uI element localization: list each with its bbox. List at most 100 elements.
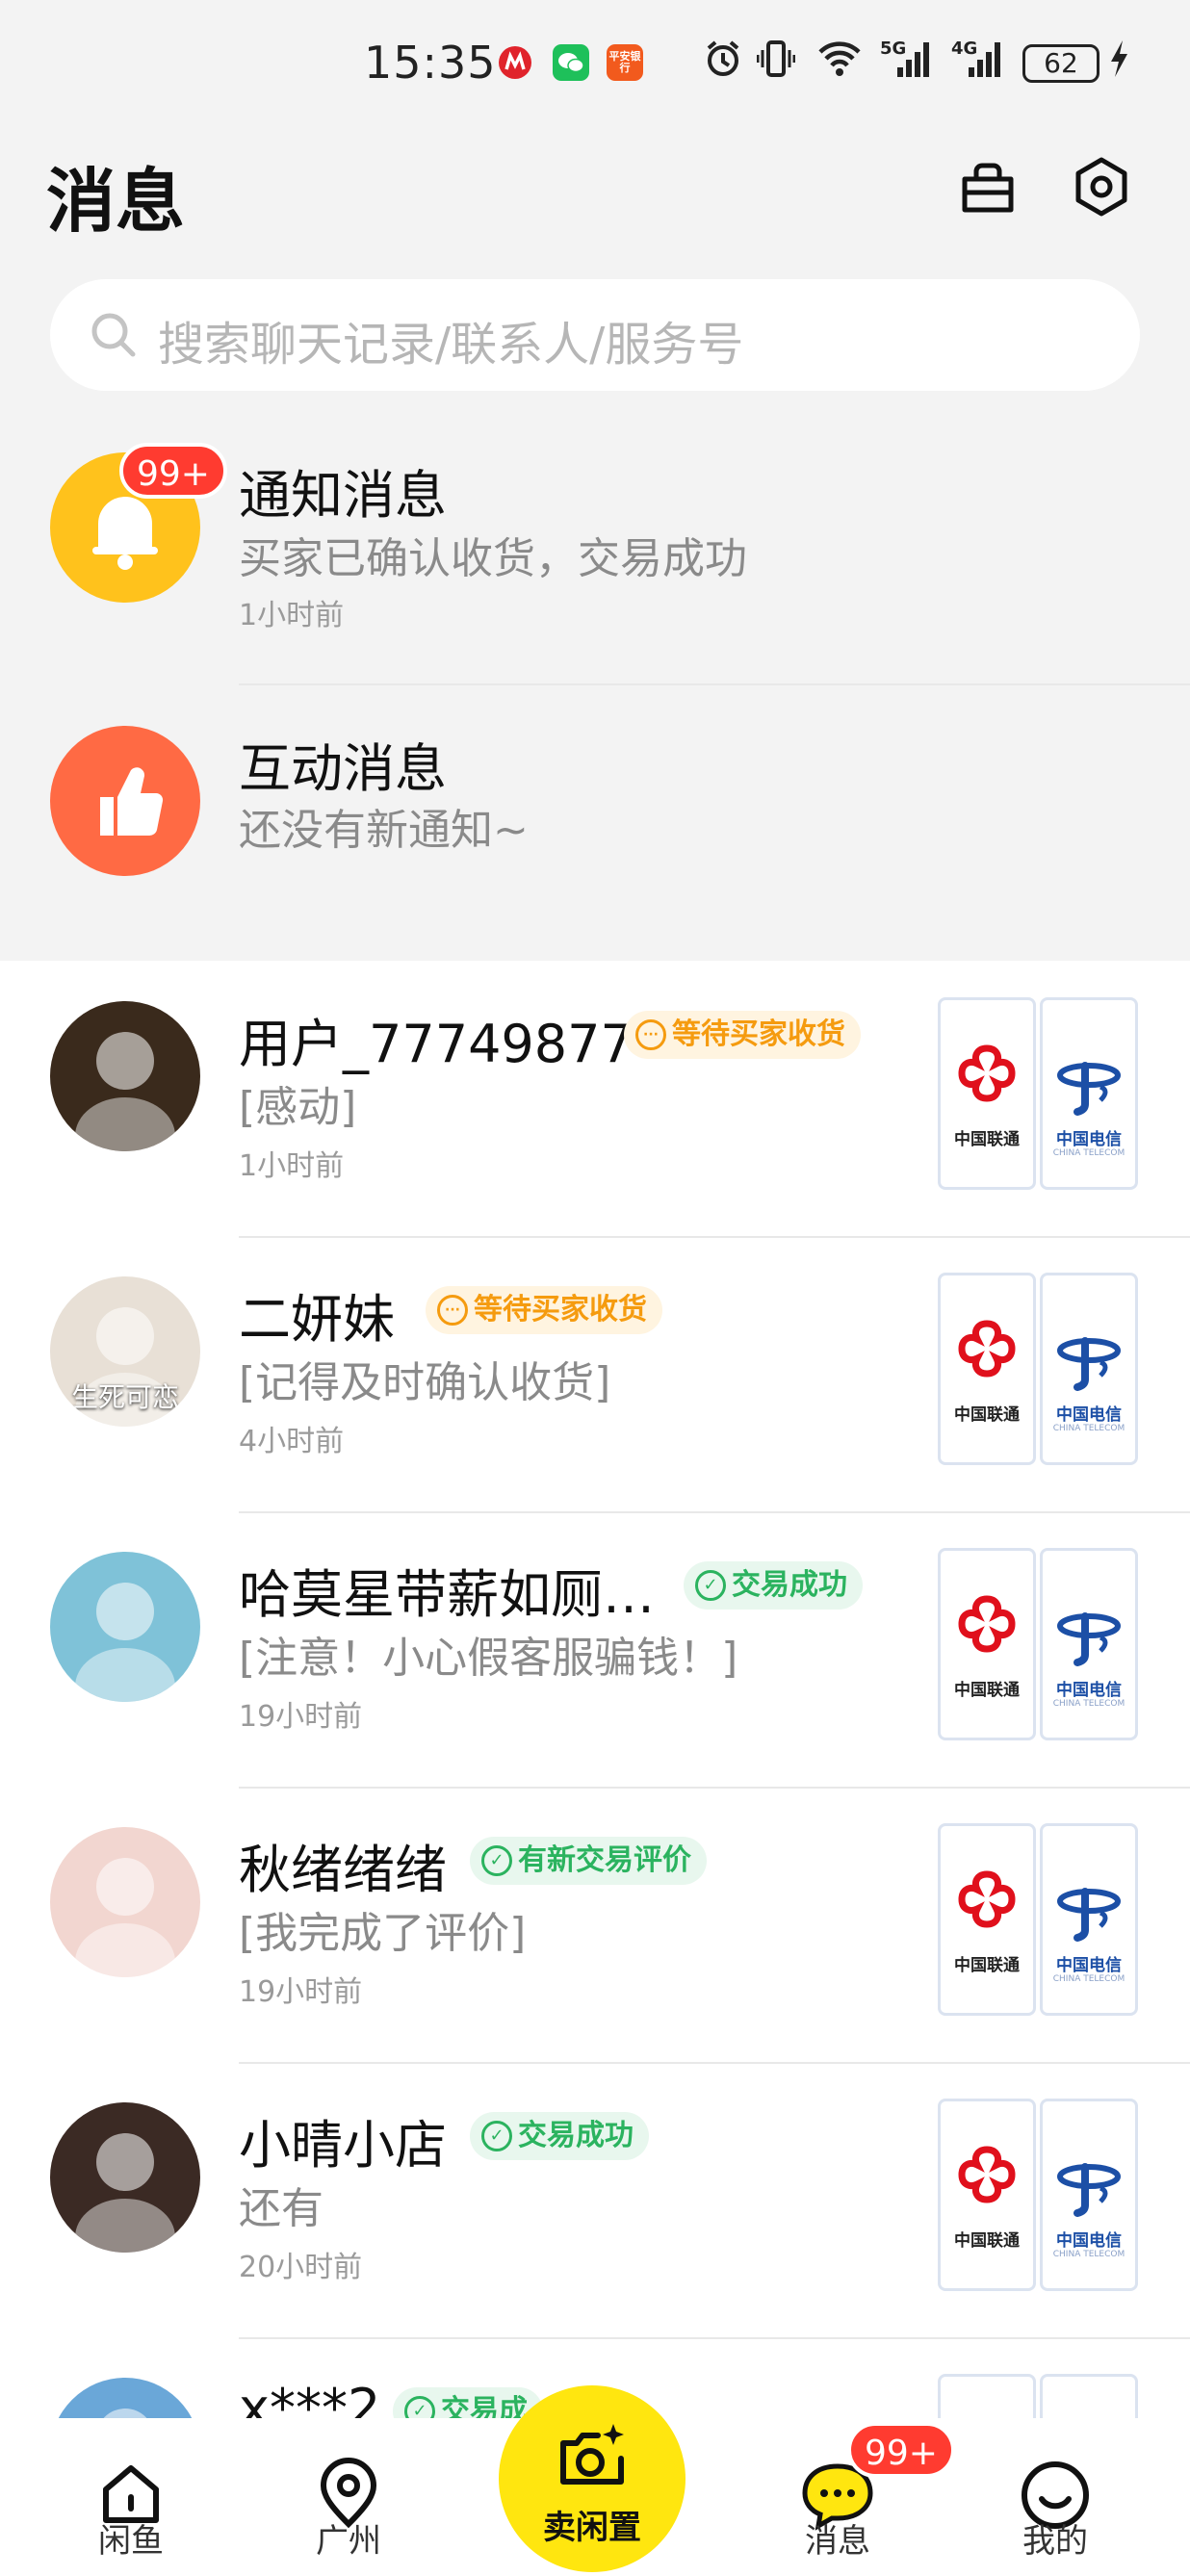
- chat-time: 4小时前: [239, 1425, 345, 1458]
- chat-name: 二妍妹: [239, 1289, 395, 1350]
- chat-time: 1小时前: [239, 1149, 345, 1183]
- pending-icon: ···: [635, 1019, 666, 1050]
- chat-row[interactable]: 用户_77749877 ··· 等待买家收货 [感动] 1小时前 中国联通 中国电信 CHIN…: [0, 963, 1190, 1238]
- avatar[interactable]: [50, 2378, 200, 2418]
- telecom-logo-text: 中国电信: [1056, 1681, 1122, 1700]
- unicom-card: 中国联通: [938, 1273, 1036, 1465]
- unicom-card: 中国联通: [938, 1823, 1036, 2016]
- product-thumbnail[interactable]: 中国联通 中国电信CHINA TELECOM: [936, 1817, 1140, 2022]
- telecom-logo-subtext: CHINA TELECOM: [1052, 1974, 1125, 1984]
- product-thumbnail[interactable]: 中国联通中国电信CHINA TELECOM: [936, 2368, 1140, 2418]
- tab-label-mine: 我的: [1022, 2522, 1088, 2561]
- status-badge-label: 等待买家收货: [672, 1018, 845, 1051]
- notification-badge: 99+: [119, 443, 227, 499]
- telecom-logo-subtext: CHINA TELECOM: [1052, 1148, 1125, 1158]
- telecom-logo-text: 中国电信: [1056, 1130, 1122, 1149]
- status-badge-label: 交易成功: [518, 2119, 634, 2152]
- telecom-card: 中国电信CHINA TELECOM: [1040, 2374, 1138, 2418]
- charging-icon: [1107, 39, 1130, 88]
- chat-name: x***2: [239, 2378, 381, 2418]
- chat-message-preview: 还有: [239, 2184, 323, 2233]
- telecom-card: 中国电信CHINA TELECOM: [1040, 2099, 1138, 2291]
- battery-icon: 62: [1022, 44, 1099, 83]
- unicom-card: 中国联通: [938, 997, 1036, 1190]
- chat-time: 20小时前: [239, 2251, 363, 2284]
- search-placeholder: 搜索聊天记录/联系人/服务号: [158, 318, 744, 372]
- status-badge-label: 交易成: [441, 2394, 528, 2418]
- telecom-card: 中国电信CHINA TELECOM: [1040, 1548, 1138, 1740]
- chat-message-preview: [记得及时确认收货]: [239, 1358, 611, 1407]
- product-thumbnail[interactable]: 中国联通中国电信CHINA TELECOM: [936, 2093, 1140, 2297]
- interaction-messages-row[interactable]: 互动消息 还没有新通知~: [0, 687, 1190, 928]
- cmb-bank-icon: [497, 44, 533, 81]
- chat-row[interactable]: 哈莫星带薪如厕… ✓ 交易成功 [注意！小心假客服骗钱！] 19小时前 中国联通 中国电信 C…: [0, 1513, 1190, 1789]
- product-thumbnail[interactable]: 中国联通中国电信CHINA TELECOM: [936, 1267, 1140, 1471]
- notification-messages-row[interactable]: 99+ 通知消息 买家已确认收货，交易成功 1小时前: [0, 414, 1190, 655]
- check-icon: ✓: [695, 1570, 726, 1601]
- interaction-subtitle: 还没有新通知~: [239, 806, 529, 855]
- avatar[interactable]: [50, 1827, 200, 1977]
- avatar[interactable]: [50, 1552, 200, 1702]
- search-input[interactable]: 搜索聊天记录/联系人/服务号: [50, 279, 1140, 391]
- telecom-logo-text: 中国电信: [1056, 2231, 1122, 2251]
- avatar-caption: 生死可恋: [70, 1381, 179, 1413]
- chat-name: 哈莫星带薪如厕…: [239, 1564, 655, 1625]
- search-icon: [87, 308, 141, 362]
- status-badge: ··· 等待买家收货: [426, 1286, 662, 1334]
- avatar[interactable]: [50, 1001, 200, 1151]
- unicom-logo-text: 中国联通: [954, 1681, 1020, 1700]
- notification-time: 1小时前: [239, 599, 345, 632]
- camera-sparkle-icon: [554, 2418, 631, 2495]
- status-badge: ✓ 交易成: [393, 2387, 543, 2418]
- divider: [239, 683, 1190, 685]
- chat-name: 小晴小店: [239, 2115, 447, 2176]
- tab-label-xianyu: 闲鱼: [98, 2522, 164, 2561]
- chat-message-preview: [注意！小心假客服骗钱！]: [239, 1634, 738, 1683]
- tab-guangzhou[interactable]: 广州: [281, 2418, 416, 2576]
- chat-row[interactable]: 生死可恋 二妍妹 ··· 等待买家收货 [记得及时确认收货] 4小时前 中国联通 中国电信 CH…: [0, 1238, 1190, 1513]
- unicom-card: 中国联通: [938, 1548, 1036, 1740]
- unicom-logo-text: 中国联通: [954, 1956, 1020, 1975]
- chat-row[interactable]: 秋绪绪绪 ✓ 有新交易评价 [我完成了评价] 19小时前 中国联通 中国电信 CHINA TE…: [0, 1789, 1190, 2064]
- chat-message-preview: [我完成了评价]: [239, 1909, 527, 1958]
- unicom-logo-text: 中国联通: [954, 1405, 1020, 1425]
- telecom-logo-text: 中国电信: [1056, 1956, 1122, 1975]
- pending-icon: ···: [437, 1295, 468, 1326]
- product-thumbnail[interactable]: 中国联通 中国电信CHINA TELECOM: [936, 1542, 1140, 1746]
- thumbs-up-icon: [50, 726, 200, 876]
- status-badge-label: 交易成功: [732, 1568, 847, 1602]
- chat-row[interactable]: 小晴小店 ✓ 交易成功 还有 20小时前 中国联通 中国电信 CHINA TELECOM: [0, 2064, 1190, 2339]
- avatar[interactable]: 生死可恋: [50, 1276, 200, 1427]
- status-badge: ✓ 有新交易评价: [470, 1837, 707, 1885]
- network-label-5g: 5G: [880, 39, 907, 59]
- unicom-card: 中国联通: [938, 2099, 1036, 2291]
- unicom-logo-text: 中国联通: [954, 2231, 1020, 2251]
- status-badge: ✓ 交易成功: [684, 1561, 863, 1610]
- tab-label-messages: 消息: [805, 2522, 870, 2561]
- telecom-logo-text: 中国电信: [1056, 1405, 1122, 1425]
- signal-4g-icon: 4G: [951, 39, 1003, 88]
- tab-label-guangzhou: 广州: [316, 2522, 381, 2561]
- chat-time: 19小时前: [239, 1975, 363, 2009]
- telecom-logo-subtext: CHINA TELECOM: [1052, 2250, 1125, 2259]
- network-label-4g: 4G: [951, 39, 978, 59]
- tab-mine[interactable]: 我的: [988, 2418, 1123, 2576]
- tab-xianyu[interactable]: 闲鱼: [64, 2418, 198, 2576]
- check-icon: ✓: [481, 1845, 512, 1876]
- status-badge: ✓ 交易成功: [470, 2112, 649, 2160]
- chat-name: 用户_77749877: [239, 1014, 634, 1074]
- check-icon: ✓: [404, 2396, 435, 2418]
- avatar[interactable]: [50, 2102, 200, 2253]
- chat-name: 秋绪绪绪: [239, 1840, 447, 1900]
- notification-title: 通知消息: [239, 465, 447, 526]
- chat-time: 19小时前: [239, 1700, 363, 1734]
- signal-5g-icon: 5G: [880, 39, 932, 88]
- settings-hex-icon[interactable]: [1071, 156, 1132, 218]
- product-thumbnail[interactable]: 中国联通 中国电信CHINA TELECOM: [936, 992, 1140, 1196]
- bag-icon[interactable]: [957, 156, 1019, 218]
- unicom-logo-text: 中国联通: [954, 1130, 1020, 1149]
- pingan-bank-icon: 平安银行: [607, 44, 643, 81]
- notification-subtitle: 买家已确认收货，交易成功: [239, 534, 747, 583]
- status-bar: 15:35 平安银行 5G 4G 62: [0, 0, 1190, 135]
- wechat-icon: [553, 44, 589, 81]
